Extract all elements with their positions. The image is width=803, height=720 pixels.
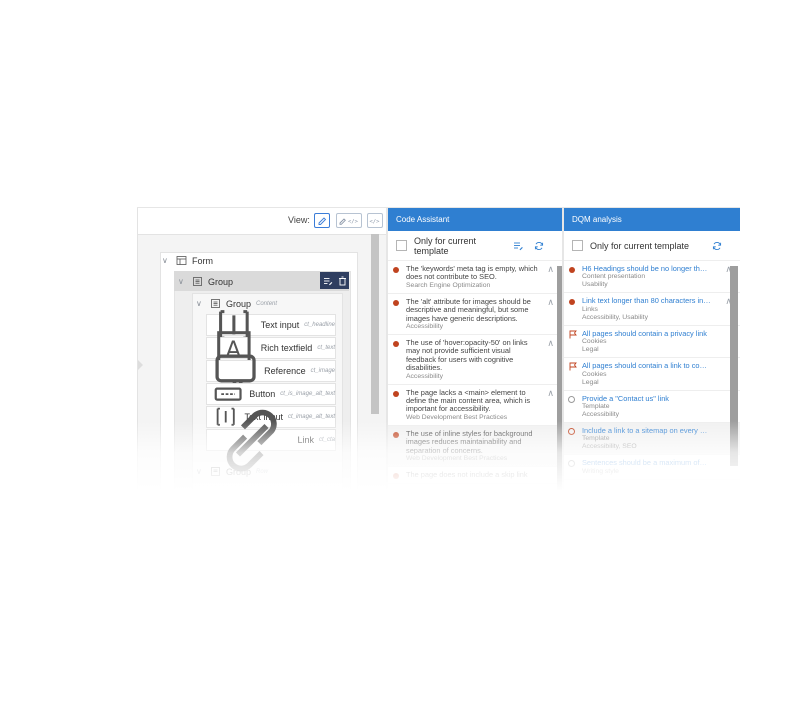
error-dot-icon — [393, 267, 399, 273]
list-edit-icon[interactable] — [323, 276, 333, 286]
error-dot-icon — [393, 299, 399, 306]
field-link[interactable]: Link ct_cta — [206, 409, 336, 472]
error-dot-icon — [393, 473, 399, 480]
dqm-filter: Only for current template — [564, 231, 740, 261]
error-dot-icon — [393, 390, 399, 397]
edit-code-icon: </> — [339, 218, 359, 225]
list-edit-icon[interactable] — [513, 241, 524, 251]
refresh-icon[interactable] — [534, 241, 544, 251]
chevron-down-icon[interactable]: ∨ — [162, 256, 172, 265]
info-ring-icon — [568, 460, 575, 468]
chevron-down-icon[interactable]: ∨ — [178, 277, 188, 286]
tree-node-form[interactable]: ∨ Form — [162, 255, 213, 266]
error-dot-icon — [393, 341, 399, 348]
tree-node-trailing-group[interactable]: ∨ Group Row — [196, 466, 268, 477]
edit-code-view-button[interactable]: </> — [336, 213, 362, 228]
trash-icon[interactable] — [338, 276, 347, 286]
code-issue[interactable]: The use of inline styles for background … — [388, 425, 562, 468]
refresh-icon[interactable] — [712, 241, 722, 251]
chevron-down-icon[interactable]: ∨ — [196, 467, 206, 476]
form-icon — [176, 256, 187, 265]
group-actions — [320, 272, 349, 289]
flag-icon — [569, 362, 577, 371]
code-issue[interactable]: The use of 'hover:opacity-50' on links m… — [388, 335, 562, 385]
tree-scrollbar[interactable] — [371, 234, 379, 414]
code-issue[interactable]: The 'keywords' meta tag is empty, which … — [388, 261, 562, 294]
dqm-issue[interactable]: Include a link to a sitemap on every … T… — [564, 423, 740, 456]
dqm-issue[interactable]: Sentences should be a maximum of… Writin… — [564, 455, 740, 480]
chevron-down-icon[interactable]: ∨ — [196, 299, 206, 308]
code-issue[interactable]: The 'alt' attribute for images should be… — [388, 294, 562, 336]
chevron-up-icon[interactable]: ∧ — [547, 264, 554, 275]
current-template-checkbox[interactable] — [396, 240, 407, 251]
code-issue[interactable]: The page lacks a <main> element to defin… — [388, 385, 562, 426]
dqm-issue[interactable]: H6 Headings should be no longer th… Cont… — [564, 261, 740, 294]
group-icon — [193, 277, 202, 286]
code-assistant-title: Code Assistant — [388, 208, 562, 231]
code-view-button[interactable]: </> — [367, 213, 383, 228]
collapse-handle[interactable] — [138, 360, 143, 370]
dqm-title: DQM analysis — [564, 208, 740, 231]
error-dot-icon — [569, 267, 575, 273]
tree-node-label: Group — [208, 276, 234, 287]
warning-ring-icon — [568, 428, 575, 436]
chevron-up-icon[interactable]: ∧ — [547, 388, 554, 399]
app-frame: View: </> </> ∨ Form ∨ Group ∨ Group Con… — [137, 207, 740, 491]
tree-node-hint: Row — [256, 468, 269, 475]
tree-node-label: Form — [192, 255, 213, 266]
tree-node-group[interactable]: ∨ Group — [178, 276, 233, 287]
group-icon — [211, 467, 220, 476]
filter-label: Only for current template — [414, 235, 477, 256]
code-assistant-panel: Code Assistant Only for current template… — [388, 208, 562, 491]
tree-node-hint: Content — [256, 300, 278, 307]
dqm-issue[interactable]: Link text longer than 80 characters in… … — [564, 293, 740, 326]
info-ring-icon — [568, 395, 575, 403]
edit-icon — [318, 217, 327, 225]
dqm-issue[interactable]: Provide a "Contact us" link Template Acc… — [564, 391, 740, 424]
error-dot-icon — [393, 431, 399, 438]
code-icon: </> — [370, 219, 381, 225]
svg-text:</>: </> — [348, 219, 359, 225]
code-assistant-filter: Only for current template — [388, 231, 562, 261]
code-issue[interactable]: The page does not include a skip link — [388, 467, 562, 484]
dqm-issue[interactable]: All pages should contain a link to co… C… — [564, 358, 740, 391]
filter-label: Only for current template — [590, 240, 690, 251]
tree-node-label: Group — [226, 466, 252, 477]
chevron-up-icon[interactable]: ∧ — [547, 297, 554, 308]
flag-icon — [569, 330, 577, 339]
chevron-up-icon[interactable]: ∧ — [547, 338, 554, 349]
view-toolbar: View: </> </> — [138, 208, 386, 235]
current-template-checkbox[interactable] — [572, 240, 583, 251]
edit-view-button[interactable] — [314, 213, 330, 228]
view-label: View: — [288, 215, 310, 225]
dqm-issue[interactable]: All pages should contain a privacy link … — [564, 326, 740, 359]
dqm-analysis-panel: DQM analysis Only for current template H… — [564, 208, 740, 491]
form-editor-panel: View: </> </> ∨ Form ∨ Group ∨ Group Con… — [137, 208, 386, 491]
dqm-scrollbar[interactable] — [730, 266, 738, 466]
svg-text:</>: </> — [370, 219, 381, 225]
error-dot-icon — [569, 299, 575, 306]
